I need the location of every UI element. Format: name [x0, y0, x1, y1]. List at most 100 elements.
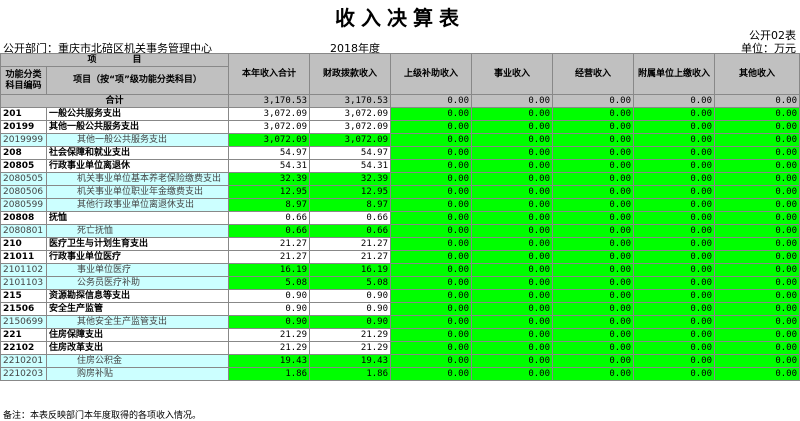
row-code: 2080801: [0, 224, 47, 238]
row-value-4: 0.00: [552, 146, 635, 160]
row-value-6: 0.00: [714, 250, 800, 264]
revenue-table: 项 目 本年收入合计 财政拨款收入 上级补助收入 事业收入 经营收入 附属单位上…: [0, 52, 800, 381]
row-value-1: 0.90: [309, 315, 392, 329]
table-row: 21011 行政事业单位医疗 21.27 21.27 0.00 0.00 0.00 0.00 0…: [0, 250, 800, 264]
row-code: 22102: [0, 341, 47, 355]
row-value-4: 0.00: [552, 198, 635, 212]
table-row: 20805 行政事业单位离退休 54.31 54.31 0.00 0.00 0.00 0.00…: [0, 159, 800, 173]
total-value-3: 0.00: [471, 94, 554, 108]
total-value-4: 0.00: [552, 94, 635, 108]
row-value-3: 0.00: [471, 133, 554, 147]
row-name: 抚恤: [45, 211, 230, 225]
row-code: 221: [0, 328, 47, 342]
row-name: 其他一般公共服务支出: [45, 120, 230, 134]
table-row: 20808 抚恤 0.66 0.66 0.00 0.00 0.00 0.00 0.00: [0, 211, 800, 225]
row-value-2: 0.00: [390, 159, 473, 173]
row-value-4: 0.00: [552, 107, 635, 121]
row-value-6: 0.00: [714, 159, 800, 173]
row-value-2: 0.00: [390, 237, 473, 251]
row-value-4: 0.00: [552, 224, 635, 238]
header-col-4: 经营收入: [552, 53, 635, 95]
row-value-3: 0.00: [471, 211, 554, 225]
row-value-0: 32.39: [228, 172, 311, 186]
row-code: 2210201: [0, 354, 47, 368]
row-value-4: 0.00: [552, 289, 635, 303]
row-value-0: 16.19: [228, 263, 311, 277]
row-value-3: 0.00: [471, 315, 554, 329]
row-value-3: 0.00: [471, 263, 554, 277]
row-name: 机关事业单位职业年金缴费支出: [45, 185, 230, 199]
row-value-2: 0.00: [390, 328, 473, 342]
total-value-0: 3,170.53: [228, 94, 311, 108]
footnote: 备注：本表反映部门本年度取得的各项收入情况。: [3, 411, 202, 421]
row-value-3: 0.00: [471, 224, 554, 238]
row-value-3: 0.00: [471, 120, 554, 134]
row-value-6: 0.00: [714, 315, 800, 329]
row-value-0: 19.43: [228, 354, 311, 368]
row-value-5: 0.00: [633, 211, 716, 225]
row-value-2: 0.00: [390, 276, 473, 290]
row-name: 其他一般公共服务支出: [45, 133, 230, 147]
row-value-1: 0.66: [309, 211, 392, 225]
row-value-2: 0.00: [390, 185, 473, 199]
row-name: 住房公积金: [45, 354, 230, 368]
total-label: 合计: [0, 94, 230, 108]
row-value-5: 0.00: [633, 263, 716, 277]
header-col-0: 本年收入合计: [228, 53, 311, 95]
total-value-2: 0.00: [390, 94, 473, 108]
row-value-5: 0.00: [633, 120, 716, 134]
row-value-1: 19.43: [309, 354, 392, 368]
table-row: 21506 安全生产监管 0.90 0.90 0.00 0.00 0.00 0.00 0.00: [0, 302, 800, 316]
row-value-3: 0.00: [471, 237, 554, 251]
row-value-2: 0.00: [390, 133, 473, 147]
row-value-0: 3,072.09: [228, 107, 311, 121]
row-value-1: 3,072.09: [309, 133, 392, 147]
row-code: 2210203: [0, 367, 47, 381]
table-row: 2080599 其他行政事业单位离退休支出 8.97 8.97 0.00 0.00 0.00…: [0, 198, 800, 212]
row-code: 2101102: [0, 263, 47, 277]
row-value-2: 0.00: [390, 198, 473, 212]
row-code: 2080506: [0, 185, 47, 199]
row-value-2: 0.00: [390, 224, 473, 238]
header-code: 功能分类科目编码: [0, 66, 47, 95]
row-value-6: 0.00: [714, 120, 800, 134]
row-value-3: 0.00: [471, 250, 554, 264]
row-name: 购房补贴: [45, 367, 230, 381]
row-value-0: 0.66: [228, 224, 311, 238]
row-code: 20199: [0, 120, 47, 134]
row-name: 社会保障和就业支出: [45, 146, 230, 160]
row-value-3: 0.00: [471, 354, 554, 368]
row-value-5: 0.00: [633, 367, 716, 381]
total-row: 合计 3,170.53 3,170.53 0.00 0.00 0.00 0.00…: [0, 94, 800, 108]
row-value-5: 0.00: [633, 198, 716, 212]
header-col-1: 财政拨款收入: [309, 53, 392, 95]
row-value-2: 0.00: [390, 172, 473, 186]
row-value-1: 12.95: [309, 185, 392, 199]
row-name: 机关事业单位基本养老保险缴费支出: [45, 172, 230, 186]
row-name: 行政事业单位医疗: [45, 250, 230, 264]
row-name: 住房改革支出: [45, 341, 230, 355]
row-code: 2101103: [0, 276, 47, 290]
table-row: 201 一般公共服务支出 3,072.09 3,072.09 0.00 0.00 0.00 0…: [0, 107, 800, 121]
table-row: 2080801 死亡抚恤 0.66 0.66 0.00 0.00 0.00 0.00 0.00: [0, 224, 800, 238]
row-code: 208: [0, 146, 47, 160]
row-value-2: 0.00: [390, 146, 473, 160]
row-code: 20805: [0, 159, 47, 173]
row-value-1: 21.29: [309, 328, 392, 342]
row-value-6: 0.00: [714, 224, 800, 238]
row-value-0: 21.27: [228, 250, 311, 264]
row-value-6: 0.00: [714, 263, 800, 277]
row-value-5: 0.00: [633, 315, 716, 329]
row-value-2: 0.00: [390, 211, 473, 225]
table-row: 20199 其他一般公共服务支出 3,072.09 3,072.09 0.00 0.00 0…: [0, 120, 800, 134]
page-title: 收入决算表: [335, 6, 465, 30]
row-value-3: 0.00: [471, 328, 554, 342]
row-name: 医疗卫生与计划生育支出: [45, 237, 230, 251]
row-value-1: 0.90: [309, 289, 392, 303]
row-value-0: 21.27: [228, 237, 311, 251]
row-value-1: 16.19: [309, 263, 392, 277]
row-value-3: 0.00: [471, 107, 554, 121]
row-value-4: 0.00: [552, 185, 635, 199]
table-row: 2150699 其他安全生产监管支出 0.90 0.90 0.00 0.00 0.00 0.0…: [0, 315, 800, 329]
row-value-1: 0.90: [309, 302, 392, 316]
